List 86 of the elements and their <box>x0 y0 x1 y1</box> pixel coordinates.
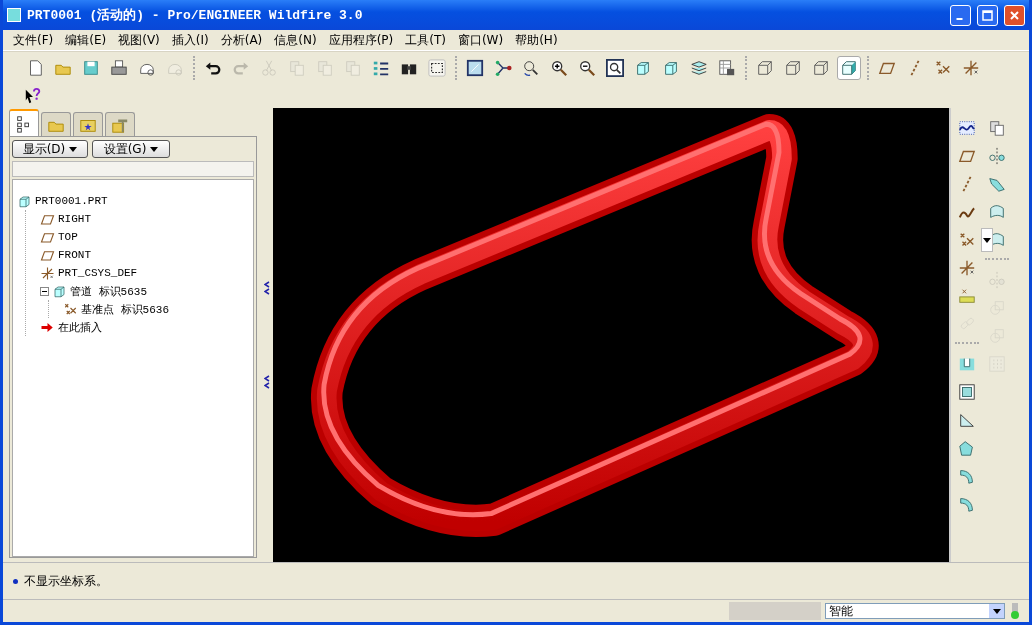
maximize-button[interactable] <box>977 4 998 26</box>
sidebar-tab[interactable] <box>9 109 39 136</box>
collapse-arrows-icon[interactable] <box>264 375 270 389</box>
menu-item[interactable]: 分析(A) <box>214 31 269 49</box>
cut-icon <box>260 59 278 77</box>
paste-icon <box>344 59 362 77</box>
tree-item[interactable]: 在此插入 <box>58 319 102 335</box>
node-graph-icon <box>494 59 512 77</box>
dropdown-button[interactable]: 设置(G) <box>92 140 170 158</box>
menu-item[interactable]: 帮助(H) <box>509 31 564 49</box>
menu-item[interactable]: 编辑(E) <box>59 31 113 49</box>
wave-icon <box>958 119 976 137</box>
caret-icon <box>150 146 159 152</box>
shaded-cube-icon <box>840 59 858 77</box>
toolbar-button[interactable] <box>603 56 627 80</box>
part-cube-icon <box>52 283 67 299</box>
table-camera-icon <box>718 59 736 77</box>
coordinate-icon <box>958 259 976 277</box>
caret-icon <box>69 146 78 152</box>
menu-item[interactable]: 工具(T) <box>399 31 452 49</box>
coordinate-icon <box>962 59 980 77</box>
arc-icon <box>958 495 976 513</box>
paste-icon <box>316 59 334 77</box>
arc-icon <box>958 467 976 485</box>
dropdown-button[interactable] <box>981 228 993 252</box>
tree-item[interactable]: PRT_CSYS_DEF <box>58 267 138 279</box>
menu-item[interactable]: 应用程序(P) <box>322 31 400 49</box>
tree-item[interactable]: PRT0001.PRT <box>35 195 108 207</box>
wireframe-cube-icon <box>756 59 774 77</box>
app-icon <box>7 8 21 22</box>
triangle-icon <box>958 411 976 429</box>
wireframe-cube-icon <box>812 59 830 77</box>
menu-item[interactable]: 插入(I) <box>165 31 215 49</box>
shell-icon <box>958 383 976 401</box>
pointer-question-icon <box>24 87 42 105</box>
menu-item[interactable]: 窗口(W) <box>451 31 510 49</box>
minimize-button[interactable] <box>950 4 971 26</box>
tree-item[interactable]: 管道 标识5635 <box>70 283 147 299</box>
window-title: PRT0001 (活动的) - Pro/ENGINEER Wildfire 3.0 <box>27 7 364 24</box>
tree-item[interactable]: RIGHT <box>58 213 91 225</box>
close-button[interactable] <box>1004 4 1025 26</box>
menu-item[interactable]: 信息(N) <box>268 31 323 49</box>
close-icon <box>1008 8 1021 22</box>
filter-dropdown[interactable]: 智能 <box>825 603 1005 619</box>
cube-icon <box>662 59 680 77</box>
caret-icon <box>992 608 1001 614</box>
minimize-icon <box>955 17 963 20</box>
arrows-list-icon <box>372 59 390 77</box>
ruler-icon <box>958 287 976 305</box>
menu-item[interactable]: 文件(F) <box>7 31 60 49</box>
sidebar-tab[interactable] <box>105 112 135 136</box>
menu-item[interactable]: 视图(V) <box>112 31 166 49</box>
collapse-toggle[interactable] <box>40 286 49 296</box>
cross-icon <box>958 231 976 249</box>
caret-icon <box>983 237 991 243</box>
mirror-icon <box>988 147 1006 165</box>
layers-icon <box>690 59 708 77</box>
zoom-in-icon <box>550 59 568 77</box>
mirror-icon <box>988 271 1006 289</box>
dashed-box-icon <box>428 59 446 77</box>
tree-item[interactable]: TOP <box>58 231 78 243</box>
tree-item[interactable]: 基准点 标识5636 <box>81 301 169 317</box>
zoom-fit-icon <box>606 59 624 77</box>
cube-icon <box>634 59 652 77</box>
sidebar-tab[interactable] <box>73 112 103 136</box>
wireframe-cube-icon <box>784 59 802 77</box>
part-cube-icon <box>17 193 32 209</box>
cross-icon <box>934 59 952 77</box>
cross-icon <box>63 301 78 317</box>
save-icon <box>82 59 100 77</box>
coordinate-icon <box>40 265 55 281</box>
surface-icon <box>988 203 1006 221</box>
traffic-light-icon <box>1009 602 1021 620</box>
status-message: 不显示坐标系。 <box>24 572 108 590</box>
zoom-out-icon <box>578 59 596 77</box>
collapse-arrows-icon[interactable] <box>264 281 270 295</box>
maximize-icon <box>981 8 994 22</box>
toolbar-button[interactable] <box>425 56 449 80</box>
framed-square-icon <box>466 59 484 77</box>
extrude-icon <box>988 175 1006 193</box>
bullet-icon <box>13 578 18 584</box>
copy-icon <box>288 59 306 77</box>
tree-item[interactable]: FRONT <box>58 249 91 261</box>
dropdown-button[interactable]: 显示(D) <box>12 140 88 158</box>
printer-icon <box>110 59 128 77</box>
copy-icon <box>988 119 1006 137</box>
